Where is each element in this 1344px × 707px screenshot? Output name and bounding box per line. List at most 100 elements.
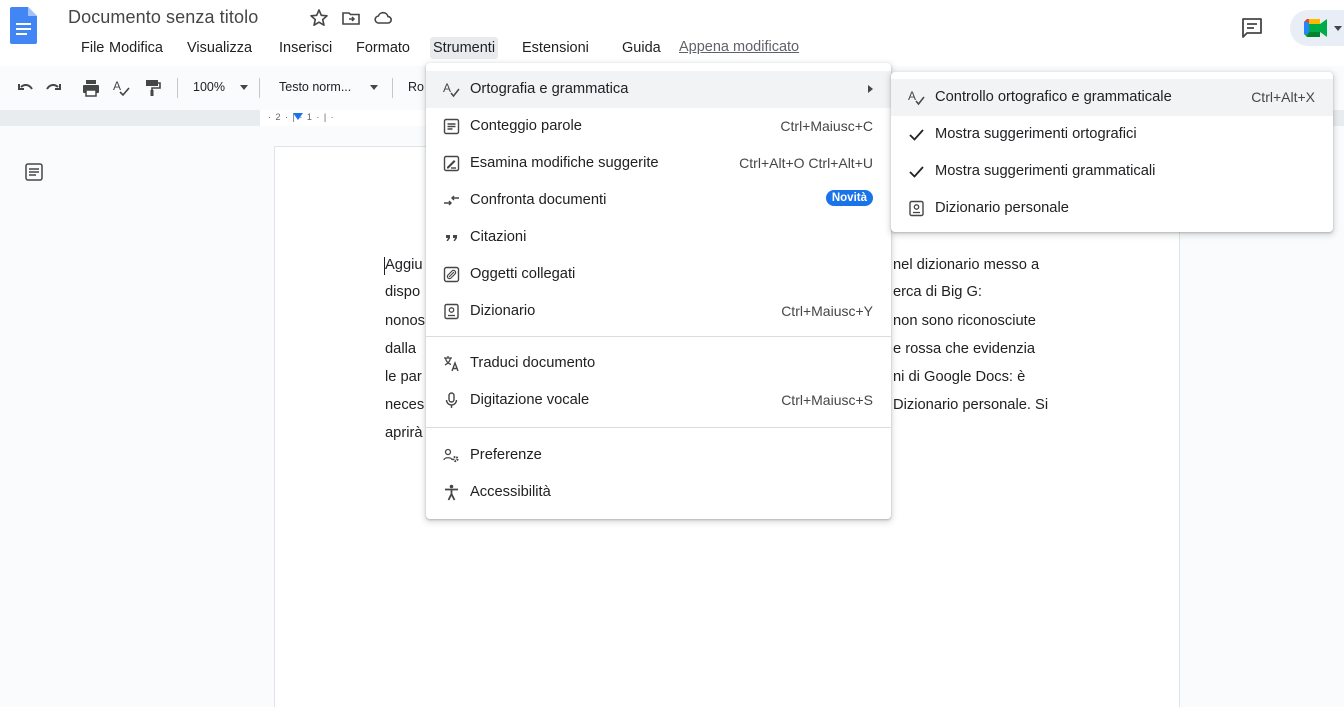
menu-item-label: Dizionario <box>470 303 536 319</box>
menu-item-compare-documents[interactable]: Confronta documenti Novità <box>426 182 891 219</box>
document-text-line: ni di Google Docs: è <box>893 369 1026 385</box>
toolbar-divider <box>392 78 393 98</box>
microphone-icon <box>443 392 460 409</box>
menu-item-label: Accessibilità <box>470 484 551 500</box>
comments-icon[interactable] <box>1240 16 1264 40</box>
google-docs-logo-icon[interactable] <box>10 7 37 44</box>
quote-icon <box>443 229 460 246</box>
menu-item-label: Oggetti collegati <box>470 266 576 282</box>
word-count-icon <box>443 118 460 135</box>
document-text-line: dalla <box>385 341 417 357</box>
menu-item-label: Confronta documenti <box>470 192 607 208</box>
menu-item-label: Ortografia e grammatica <box>470 81 629 97</box>
menu-item-label: Traduci documento <box>470 355 596 371</box>
menu-item-dictionary[interactable]: Dizionario Ctrl+Maiusc+Y <box>426 293 891 330</box>
document-text-line: dispo <box>385 284 421 300</box>
document-text-line: non sono riconosciute <box>893 313 1036 329</box>
dictionary-icon <box>908 200 925 217</box>
document-title[interactable]: Documento senza titolo <box>68 7 258 28</box>
menu-item-accessibility[interactable]: Accessibilità <box>426 474 891 511</box>
menu-item-translate-document[interactable]: Traduci documento <box>426 345 891 382</box>
document-text-line: erca di Big G: <box>893 284 982 300</box>
toolbar-divider <box>177 78 178 98</box>
document-text-line: le par <box>385 369 422 385</box>
menu-item-spell-grammar-check[interactable]: A Controllo ortografico e grammaticale C… <box>891 79 1333 116</box>
document-text-line: Dizionario personale. Si <box>893 397 1049 413</box>
spellcheck-icon: A <box>443 81 460 98</box>
menu-estensioni[interactable]: Estensioni <box>519 37 592 59</box>
preferences-icon <box>443 447 460 464</box>
undo-icon[interactable] <box>17 79 35 97</box>
chevron-down-icon <box>1334 26 1342 31</box>
menu-item-label: Mostra suggerimenti ortografici <box>935 126 1137 142</box>
check-icon <box>908 126 925 143</box>
keyboard-shortcut: Ctrl+Maiusc+S <box>781 392 873 408</box>
menu-divider <box>426 336 891 337</box>
keyboard-shortcut: Ctrl+Alt+O Ctrl+Alt+U <box>739 155 873 171</box>
paint-format-icon[interactable] <box>143 79 161 97</box>
dictionary-icon <box>443 303 460 320</box>
document-text-line: aprirà <box>385 425 423 441</box>
paragraph-style-select[interactable]: Testo norm... <box>279 80 351 94</box>
menu-modifica[interactable]: Modifica <box>106 37 166 59</box>
menu-visualizza[interactable]: Visualizza <box>184 37 255 59</box>
cloud-saved-icon[interactable] <box>373 8 393 28</box>
menu-strumenti[interactable]: Strumenti <box>430 37 499 59</box>
menu-item-citations[interactable]: Citazioni <box>426 219 891 256</box>
chevron-down-icon <box>370 85 378 90</box>
menu-item-label: Esamina modifiche suggerite <box>470 155 659 171</box>
document-text-line: nonos <box>385 313 426 329</box>
menu-item-label: Citazioni <box>470 229 527 245</box>
document-text-line: nel dizionario messo a <box>893 257 1040 273</box>
linked-objects-icon <box>443 266 460 283</box>
menu-item-linked-objects[interactable]: Oggetti collegati <box>426 256 891 293</box>
menu-item-show-spelling-suggestions[interactable]: Mostra suggerimenti ortografici <box>891 116 1333 153</box>
menu-item-voice-typing[interactable]: Digitazione vocale Ctrl+Maiusc+S <box>426 382 891 419</box>
last-edit-link[interactable]: Appena modificato <box>679 39 799 55</box>
menu-item-review-edits[interactable]: Esamina modifiche suggerite Ctrl+Alt+O C… <box>426 145 891 182</box>
check-icon <box>908 163 925 180</box>
menu-formato[interactable]: Formato <box>353 37 413 59</box>
menu-item-show-grammar-suggestions[interactable]: Mostra suggerimenti grammaticali <box>891 153 1333 190</box>
document-outline-icon[interactable] <box>24 162 44 182</box>
menu-guida[interactable]: Guida <box>619 37 664 59</box>
indent-marker-icon[interactable] <box>293 113 303 120</box>
keyboard-shortcut: Ctrl+Alt+X <box>1251 89 1315 105</box>
menu-item-label: Controllo ortografico e grammaticale <box>935 89 1172 105</box>
menu-divider <box>426 427 891 428</box>
document-text-line: neces <box>385 397 425 413</box>
svg-text:A: A <box>113 79 121 93</box>
star-icon[interactable] <box>309 8 329 28</box>
chevron-right-icon <box>868 85 873 93</box>
menu-item-personal-dictionary[interactable]: Dizionario personale <box>891 190 1333 227</box>
menu-file[interactable]: File <box>78 37 107 59</box>
compare-icon <box>443 192 460 209</box>
menu-item-label: Preferenze <box>470 447 542 463</box>
menu-item-label: Mostra suggerimenti grammaticali <box>935 163 1156 179</box>
menu-item-spelling-grammar[interactable]: A Ortografia e grammatica <box>426 71 891 108</box>
svg-text:A: A <box>443 81 451 95</box>
spelling-grammar-submenu: A Controllo ortografico e grammaticale C… <box>891 72 1333 232</box>
print-icon[interactable] <box>82 79 100 97</box>
google-meet-icon <box>1304 19 1330 37</box>
keyboard-shortcut: Ctrl+Maiusc+C <box>780 118 873 134</box>
menu-item-word-count[interactable]: Conteggio parole Ctrl+Maiusc+C <box>426 108 891 145</box>
tools-dropdown-menu: A Ortografia e grammatica Conteggio paro… <box>426 63 891 519</box>
move-to-folder-icon[interactable] <box>341 8 361 28</box>
new-badge: Novità <box>825 190 873 206</box>
menu-item-label: Dizionario personale <box>935 200 1069 216</box>
review-edits-icon <box>443 155 460 172</box>
accessibility-icon <box>443 484 460 501</box>
font-select[interactable]: Ro <box>408 80 424 94</box>
menu-inserisci[interactable]: Inserisci <box>276 37 335 59</box>
spellcheck-icon[interactable]: A <box>112 79 130 97</box>
document-text-line: Aggiu <box>385 257 423 273</box>
menu-item-label: Digitazione vocale <box>470 392 590 408</box>
zoom-select[interactable]: 100% <box>193 80 225 94</box>
toolbar-divider <box>259 78 260 98</box>
translate-icon <box>443 355 460 372</box>
redo-icon[interactable] <box>44 79 62 97</box>
meet-button[interactable] <box>1290 10 1344 46</box>
menu-item-preferences[interactable]: Preferenze <box>426 437 891 474</box>
document-text-line: e rossa che evidenzia <box>893 341 1036 357</box>
